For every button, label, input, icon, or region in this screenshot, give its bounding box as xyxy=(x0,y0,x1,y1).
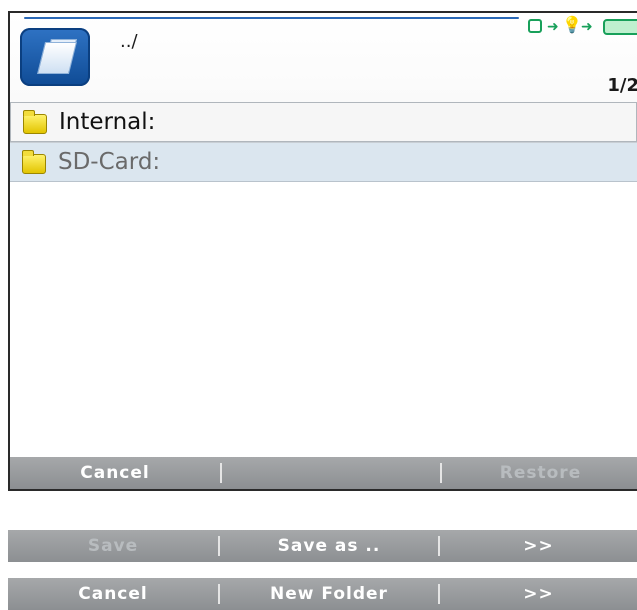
list-item-sd-card[interactable]: SD-Card: xyxy=(10,142,637,182)
more-button[interactable]: >> xyxy=(440,578,637,610)
transfer-arrow-icon: ➜ xyxy=(547,19,559,35)
status-icons: ➜ 💡 ➜ xyxy=(525,15,637,41)
list-item-label: Internal: xyxy=(59,109,156,135)
header: ../ ➜ 💡 ➜ 1/2 xyxy=(10,13,637,103)
header-rule xyxy=(24,17,519,19)
list-item-label: SD-Card: xyxy=(58,149,161,175)
page-counter: 1/2 xyxy=(607,75,637,96)
restore-button[interactable]: Restore xyxy=(442,457,637,489)
save-button[interactable]: Save xyxy=(8,530,218,562)
save-as-button[interactable]: Save as .. xyxy=(220,530,438,562)
file-list: Internal: SD-Card: xyxy=(10,102,637,182)
battery-icon xyxy=(603,19,637,35)
more-button[interactable]: >> xyxy=(440,530,637,562)
transfer-arrow-icon: ➜ xyxy=(581,19,593,35)
folder-icon xyxy=(23,110,47,134)
cancel-button[interactable]: Cancel xyxy=(8,578,218,610)
cancel-button[interactable]: Cancel xyxy=(10,457,220,489)
lightbulb-icon: 💡 xyxy=(562,15,582,34)
screen-status-icon xyxy=(528,19,542,33)
file-manager-icon[interactable] xyxy=(20,28,90,86)
folder-softkey-bar: Cancel New Folder >> xyxy=(8,578,637,610)
device-screen: ../ ➜ 💡 ➜ 1/2 Internal: SD-Card: Cancel … xyxy=(8,11,637,491)
softkey-bar: Cancel Restore xyxy=(10,457,637,489)
document-sheet-front xyxy=(37,42,77,74)
save-softkey-bar: Save Save as .. >> xyxy=(8,530,637,562)
new-folder-button[interactable]: New Folder xyxy=(220,578,438,610)
current-path: ../ xyxy=(120,31,138,52)
softkey-middle[interactable] xyxy=(222,457,440,489)
list-item-internal[interactable]: Internal: xyxy=(10,102,637,142)
folder-icon xyxy=(22,150,46,174)
